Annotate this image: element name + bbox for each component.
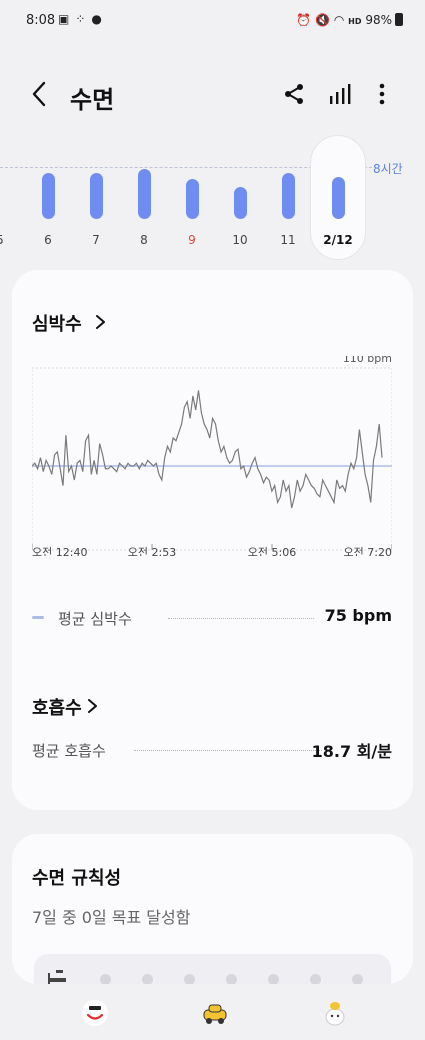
avg-respiration-label: 평균 호흡수 bbox=[32, 742, 106, 760]
sleep-regularity-card[interactable]: 수면 규칙성 7일 중 0일 목표 달성함 bbox=[12, 834, 413, 984]
taxi-app-icon[interactable] bbox=[80, 998, 110, 1028]
avg-respiration-row: 평균 호흡수 18.7 회/분 bbox=[32, 738, 392, 762]
regularity-title: 수면 규칙성 bbox=[32, 868, 122, 889]
image-icon: ▣ bbox=[58, 12, 76, 26]
x-tick-label: 오전 7:20 bbox=[344, 546, 392, 556]
battery-level: 98% bbox=[365, 13, 392, 27]
day-label[interactable]: 2/12 bbox=[323, 233, 352, 247]
day-dot bbox=[100, 974, 111, 984]
regularity-strip bbox=[34, 954, 391, 984]
sleep-day-bar[interactable] bbox=[42, 173, 55, 219]
x-tick-label: 오전 12:40 bbox=[32, 546, 87, 556]
battery-icon bbox=[395, 13, 403, 26]
day-label[interactable]: 6 bbox=[44, 233, 52, 247]
day-label[interactable]: 11 bbox=[280, 233, 295, 247]
y-max-label: 110 bpm bbox=[343, 356, 392, 365]
day-dot bbox=[142, 974, 153, 984]
talk-icon: ● bbox=[91, 12, 108, 26]
bar-chart-icon[interactable] bbox=[328, 82, 352, 106]
mascot-icon[interactable] bbox=[320, 998, 350, 1028]
bottom-nav bbox=[0, 990, 425, 1040]
day-label[interactable]: 9 bbox=[188, 233, 196, 247]
day-dot bbox=[268, 974, 279, 984]
status-bar: 8:08 ▣⁘● ⏰ 🔇 ◠ HD 98% bbox=[0, 0, 425, 40]
back-arrow-icon[interactable] bbox=[26, 80, 54, 108]
sleep-day-bar[interactable] bbox=[186, 179, 199, 219]
day-label[interactable]: 7 bbox=[92, 233, 100, 247]
wifi-icon: ◠ bbox=[333, 13, 345, 27]
bed-icon bbox=[48, 970, 66, 984]
chevron-right-icon[interactable] bbox=[86, 699, 98, 713]
avg-respiration-value: 18.7 회/분 bbox=[311, 742, 392, 761]
leader-dots bbox=[134, 750, 322, 751]
legend-marker bbox=[32, 616, 44, 619]
hd-icon: HD bbox=[348, 17, 362, 26]
alarm-icon: ⏰ bbox=[296, 13, 312, 27]
avg-heart-rate-row: 평균 심박수 75 bpm bbox=[32, 606, 392, 630]
avg-heart-rate-label: 평균 심박수 bbox=[58, 610, 132, 628]
heart-rate-series bbox=[32, 390, 383, 509]
day-label[interactable]: 10 bbox=[232, 233, 247, 247]
day-dot bbox=[184, 974, 195, 984]
chart-frame bbox=[32, 367, 392, 551]
day-dot bbox=[226, 974, 237, 984]
heart-rate-chart: 110 bpm 오전 12:40 오전 2:53 오전 5:06 오전 7:20 bbox=[32, 356, 392, 556]
sleep-day-bar[interactable] bbox=[90, 173, 103, 219]
avg-heart-rate-value: 75 bpm bbox=[324, 606, 392, 625]
regularity-subtitle: 7일 중 0일 목표 달성함 bbox=[32, 908, 191, 927]
sleep-day-bar[interactable] bbox=[138, 169, 151, 219]
status-left-icons: ▣⁘● bbox=[58, 12, 108, 26]
leader-dots bbox=[168, 618, 314, 619]
x-tick-label: 오전 2:53 bbox=[128, 546, 176, 556]
app-bar: 수면 bbox=[0, 68, 425, 122]
dots-icon: ⁘ bbox=[75, 12, 92, 26]
sleep-day-bar[interactable] bbox=[234, 187, 247, 219]
status-right: ⏰ 🔇 ◠ HD 98% bbox=[296, 13, 403, 27]
respiration-title[interactable]: 호흡수 bbox=[32, 694, 82, 720]
page-title: 수면 bbox=[70, 86, 115, 114]
sleep-day-bar[interactable] bbox=[332, 177, 345, 219]
share-icon[interactable] bbox=[282, 82, 306, 106]
taxi-car-icon[interactable] bbox=[200, 998, 230, 1028]
x-tick-label: 오전 5:06 bbox=[248, 546, 296, 556]
sleep-day-bar[interactable] bbox=[282, 173, 295, 219]
day-label[interactable]: 5 bbox=[0, 233, 4, 247]
chevron-right-icon[interactable] bbox=[94, 315, 106, 329]
day-label[interactable]: 8 bbox=[140, 233, 148, 247]
weekly-sleep-chart: 8시간 5 6 7 8 9 10 11 2/12 bbox=[0, 135, 425, 265]
more-options-icon[interactable] bbox=[372, 82, 392, 106]
goal-label: 8시간 bbox=[373, 162, 403, 176]
heart-rate-title[interactable]: 심박수 bbox=[32, 310, 82, 336]
heart-rate-card: 심박수 110 bpm 오전 12:40 오전 2:53 오전 5:06 오전 7:2… bbox=[12, 270, 413, 810]
day-dot bbox=[352, 974, 363, 984]
status-time: 8:08 bbox=[26, 13, 56, 28]
day-dot bbox=[310, 974, 321, 984]
mute-icon: 🔇 bbox=[315, 13, 331, 27]
